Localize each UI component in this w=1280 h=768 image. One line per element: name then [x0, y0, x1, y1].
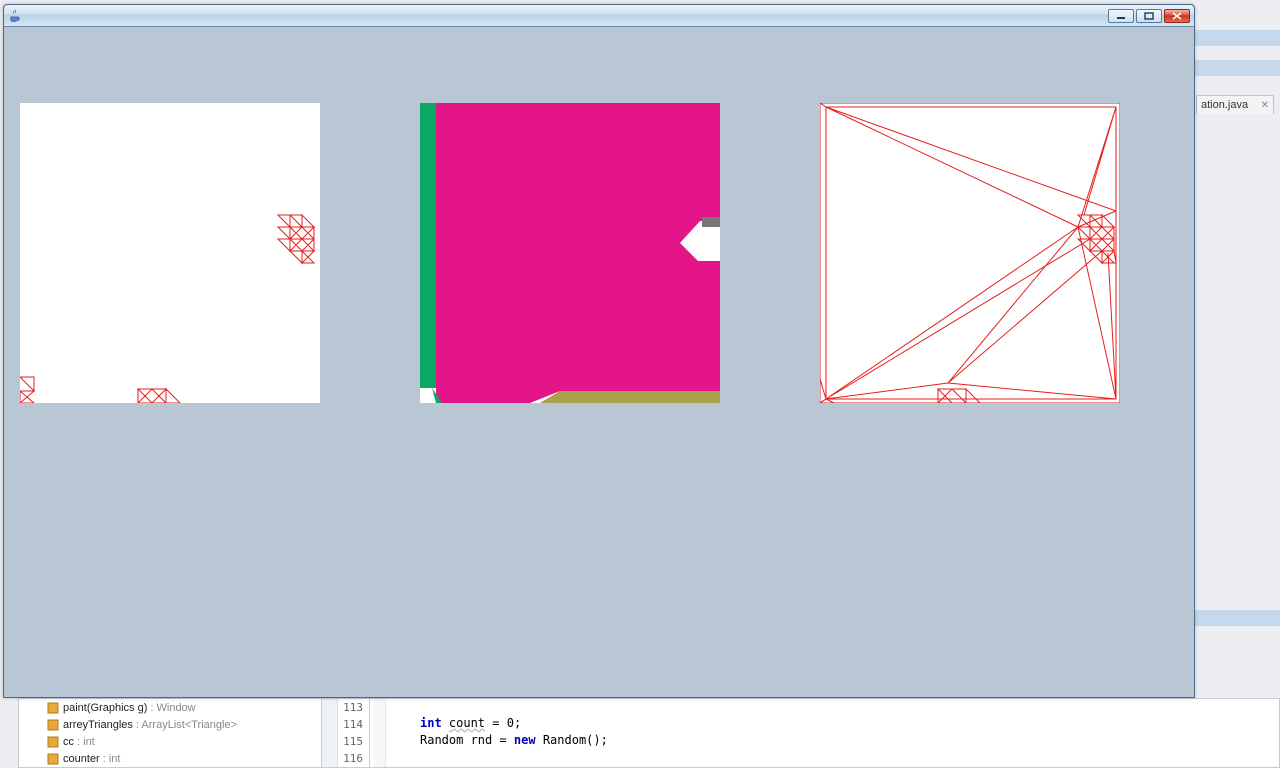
tab-close-icon[interactable]: ✕ [1261, 100, 1269, 111]
outline-item[interactable]: cc : int [19, 733, 321, 750]
code-line: Random rnd = new Random(); [420, 732, 1279, 749]
code-line: int count = 0; [420, 715, 1279, 732]
maximize-button[interactable] [1136, 9, 1162, 23]
canvas-panel-2 [420, 103, 720, 403]
close-button[interactable] [1164, 9, 1190, 23]
code-editor[interactable]: int count = 0; Random rnd = new Random()… [370, 698, 1280, 768]
swing-content-pane [8, 31, 1190, 693]
minimize-button[interactable] [1108, 9, 1134, 23]
canvas-panel-3 [820, 103, 1120, 403]
line-number-gutter: 113 114 115 116 [322, 698, 370, 768]
field-icon [47, 753, 59, 765]
outline-item-name: paint(Graphics g) [63, 702, 147, 714]
minimize-icon [1116, 12, 1126, 20]
canvas-panel-1 [20, 103, 320, 403]
outline-item-type: : ArrayList<Triangle> [136, 719, 237, 731]
titlebar[interactable] [4, 5, 1194, 27]
outline-item-type: : int [103, 753, 121, 765]
method-icon [47, 702, 59, 714]
outline-item[interactable]: paint(Graphics g) : Window [19, 699, 321, 716]
editor-tab-label: ation.java [1201, 99, 1248, 111]
outline-item-type: : int [77, 736, 95, 748]
java-coffee-icon [8, 9, 22, 23]
editor-tab[interactable]: ation.java ✕ [1196, 95, 1274, 114]
field-icon [47, 736, 59, 748]
maximize-icon [1144, 12, 1154, 20]
outline-item[interactable]: counter : int [19, 750, 321, 767]
java-swing-window [3, 4, 1195, 698]
outline-item-name: cc [63, 736, 74, 748]
outline-panel: paint(Graphics g) : Window arreyTriangle… [18, 698, 322, 768]
outline-item[interactable]: arreyTriangles : ArrayList<Triangle> [19, 716, 321, 733]
field-icon [47, 719, 59, 731]
outline-item-name: counter [63, 753, 100, 765]
ide-bottom-area: paint(Graphics g) : Window arreyTriangle… [18, 698, 1280, 768]
close-icon [1172, 12, 1182, 20]
outline-item-name: arreyTriangles [63, 719, 133, 731]
outline-item-type: : Window [150, 702, 195, 714]
